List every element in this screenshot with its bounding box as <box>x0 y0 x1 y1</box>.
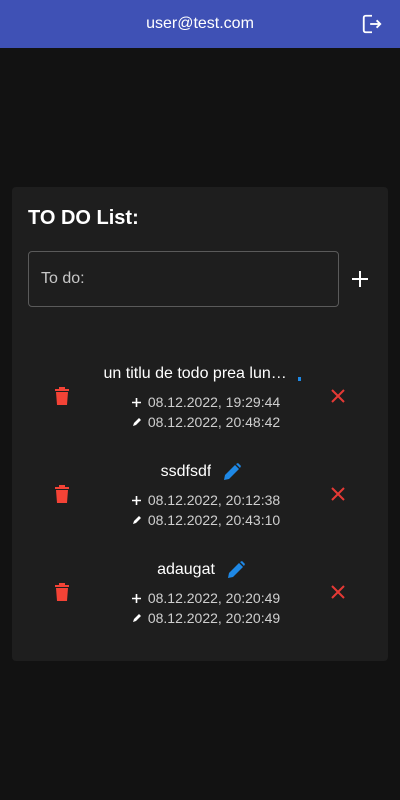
edited-date: 08.12.2022, 20:20:49 <box>147 610 281 626</box>
user-email: user@test.com <box>146 15 254 32</box>
logout-button[interactable] <box>360 12 384 36</box>
close-todo-button[interactable] <box>326 580 350 604</box>
pencil-small-icon <box>132 417 142 427</box>
plus-icon <box>352 271 368 287</box>
todo-card: TO DO List: un titlu de todo prea lung … <box>12 187 388 661</box>
todo-item: ssdfsdf 08.12.2022, 20:12:38 08.12.2022,… <box>12 460 388 540</box>
todo-content: adaugat 08.12.2022, 20:20:49 08.12.2022,… <box>92 558 312 638</box>
todo-content: ssdfsdf 08.12.2022, 20:12:38 08.12.2022,… <box>92 460 312 540</box>
edited-date: 08.12.2022, 20:48:42 <box>147 414 281 430</box>
trash-icon <box>55 387 69 405</box>
edited-line: 08.12.2022, 20:20:49 <box>100 608 312 628</box>
close-todo-button[interactable] <box>326 384 350 408</box>
todo-title: un titlu de todo prea lung … <box>103 365 296 382</box>
pencil-small-icon <box>132 515 142 525</box>
todo-title: adaugat <box>157 561 215 578</box>
pencil-icon <box>227 561 245 578</box>
todo-title: ssdfsdf <box>160 463 212 480</box>
todo-meta: 08.12.2022, 20:12:38 08.12.2022, 20:43:1… <box>92 490 312 530</box>
loading-indicator <box>297 377 301 381</box>
todo-meta: 08.12.2022, 19:29:44 08.12.2022, 20:48:4… <box>92 392 312 432</box>
todo-input-field[interactable] <box>28 251 339 307</box>
close-icon <box>331 389 345 403</box>
trash-icon <box>55 583 69 601</box>
todo-item: un titlu de todo prea lung … 08.12.2022,… <box>12 362 388 442</box>
todo-meta: 08.12.2022, 20:20:49 08.12.2022, 20:20:4… <box>92 588 312 628</box>
todo-content: un titlu de todo prea lung … 08.12.2022,… <box>92 362 312 442</box>
pencil-icon <box>224 463 242 480</box>
todo-input[interactable] <box>29 252 338 306</box>
edited-line: 08.12.2022, 20:43:10 <box>100 510 312 530</box>
created-date: 08.12.2022, 20:12:38 <box>147 492 281 508</box>
delete-todo-button[interactable] <box>50 482 74 506</box>
pencil-small-icon <box>132 613 142 623</box>
close-icon <box>331 487 345 501</box>
edit-todo-button[interactable] <box>221 461 243 483</box>
plus-small-icon <box>132 495 142 505</box>
created-date: 08.12.2022, 20:20:49 <box>147 590 281 606</box>
todo-title-row: ssdfsdf <box>92 460 312 484</box>
plus-small-icon <box>132 397 142 407</box>
card-title: TO DO List: <box>28 207 139 229</box>
delete-todo-button[interactable] <box>50 384 74 408</box>
created-line: 08.12.2022, 20:12:38 <box>100 490 312 510</box>
created-line: 08.12.2022, 20:20:49 <box>100 588 312 608</box>
edited-date: 08.12.2022, 20:43:10 <box>147 512 281 528</box>
edited-line: 08.12.2022, 20:48:42 <box>100 412 312 432</box>
close-todo-button[interactable] <box>326 482 350 506</box>
plus-small-icon <box>132 593 142 603</box>
created-line: 08.12.2022, 19:29:44 <box>100 392 312 412</box>
todo-title-row: un titlu de todo prea lung … <box>92 362 312 386</box>
delete-todo-button[interactable] <box>50 580 74 604</box>
todo-title-row: adaugat <box>92 558 312 582</box>
logout-icon <box>362 14 382 34</box>
edit-todo-button[interactable] <box>225 559 247 581</box>
created-date: 08.12.2022, 19:29:44 <box>147 394 281 410</box>
app-bar: user@test.com <box>0 0 400 48</box>
trash-icon <box>55 485 69 503</box>
todo-item: adaugat 08.12.2022, 20:20:49 08.12.2022,… <box>12 558 388 638</box>
add-todo-button[interactable] <box>348 267 372 291</box>
close-icon <box>331 585 345 599</box>
